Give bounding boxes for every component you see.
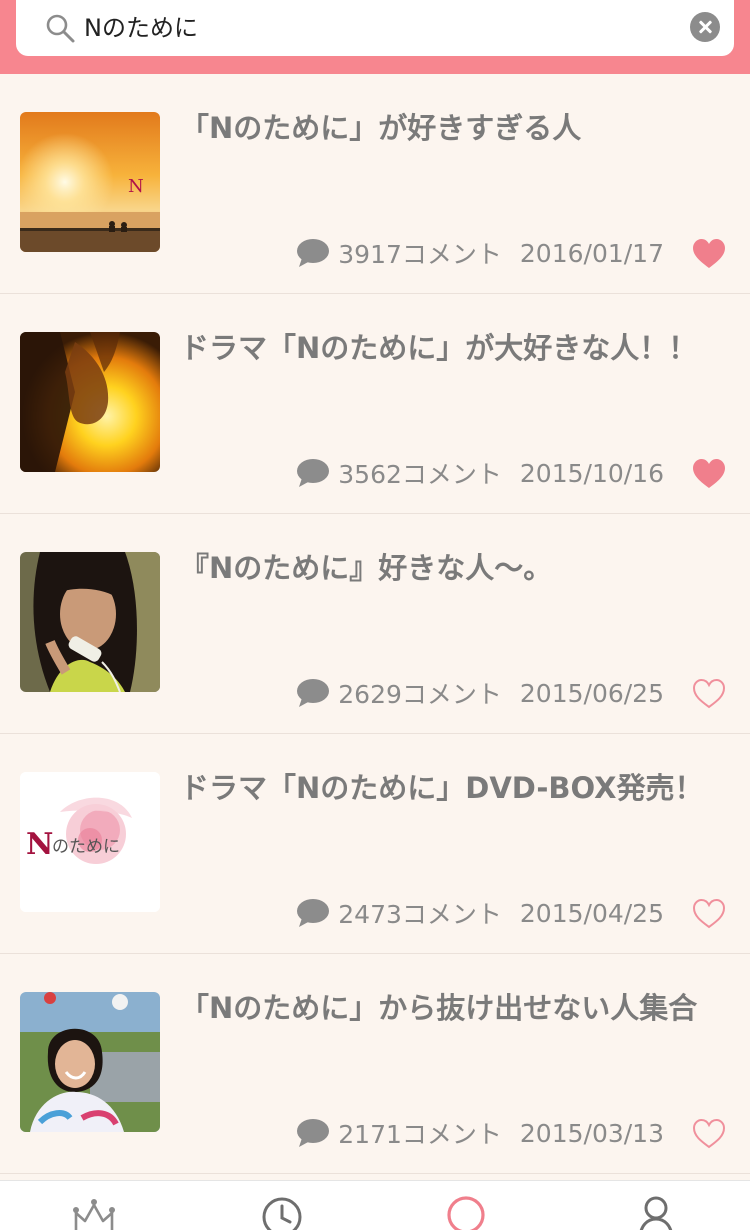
thumbnail-hands-light [20, 332, 160, 472]
comment-count: 3917コメント [338, 240, 502, 269]
item-meta: 3562コメント 2015/10/16 [296, 456, 664, 490]
post-date: 2015/10/16 [519, 458, 664, 488]
post-date: 2015/03/13 [519, 1118, 664, 1148]
item-title: ドラマ「Nのために」が大好きな人！！ [180, 331, 698, 365]
item-title: 『Nのために』好きな人〜。 [180, 551, 553, 585]
heart-filled-icon[interactable] [692, 238, 726, 270]
comment-icon [297, 239, 330, 267]
thumbnail-smiling-girl [20, 992, 160, 1132]
search-input[interactable] [84, 10, 674, 46]
item-meta: 2473コメント 2015/04/25 [296, 896, 664, 930]
list-item[interactable]: N 「Nのために」が好きすぎる人 3917コメント 2016/01/17 [0, 74, 750, 294]
tab-mypage[interactable] [634, 1195, 678, 1230]
comment-icon [297, 899, 330, 927]
heart-outline-icon[interactable] [692, 1118, 726, 1150]
post-date: 2015/06/25 [519, 678, 664, 708]
thumb-logo-text: のために [52, 837, 120, 857]
comment-icon [297, 1119, 330, 1147]
item-title: 「Nのために」が好きすぎる人 [180, 111, 582, 145]
thumbnail-woman-phone [20, 552, 160, 692]
heart-filled-icon[interactable] [692, 458, 726, 490]
heart-outline-icon[interactable] [692, 898, 726, 930]
comment-count: 2473コメント [338, 900, 502, 929]
search-box[interactable] [16, 0, 734, 56]
user-icon [639, 1196, 673, 1230]
item-meta: 2171コメント 2015/03/13 [296, 1116, 664, 1150]
list-item[interactable]: 「Nのために」から抜け出せない人集合 2171コメント 2015/03/13 [0, 954, 750, 1174]
tab-ranking[interactable] [72, 1195, 116, 1230]
list-item[interactable]: 『Nのために』好きな人〜。 2629コメント 2015/06/25 [0, 514, 750, 734]
tab-history[interactable] [260, 1195, 304, 1230]
item-meta: 3917コメント 2016/01/17 [296, 236, 664, 270]
clock-icon [262, 1197, 302, 1230]
post-date: 2015/04/25 [519, 898, 664, 928]
item-title: 「Nのために」から抜け出せない人集合 [180, 991, 698, 1025]
search-icon [447, 1196, 485, 1230]
result-list: N 「Nのために」が好きすぎる人 3917コメント 2016/01/17 ドラマ… [0, 74, 750, 1174]
clear-search-icon[interactable] [690, 12, 720, 42]
header [0, 0, 750, 74]
thumbnail-sunset-beach: N [20, 112, 160, 252]
list-item[interactable]: ドラマ「Nのために」が大好きな人！！ 3562コメント 2015/10/16 [0, 294, 750, 514]
item-meta: 2629コメント 2015/06/25 [296, 676, 664, 710]
tab-bar [0, 1180, 750, 1230]
item-title: ドラマ「Nのために」DVD-BOX発売！ [180, 771, 704, 805]
tab-search[interactable] [446, 1195, 490, 1230]
comment-icon [297, 679, 330, 707]
crown-icon [73, 1199, 115, 1230]
heart-outline-icon[interactable] [692, 678, 726, 710]
search-icon [46, 14, 75, 43]
list-item[interactable]: N のために ドラマ「Nのために」DVD-BOX発売！ 2473コメント 201… [0, 734, 750, 954]
comment-count: 2171コメント [338, 1120, 502, 1149]
comment-icon [297, 459, 330, 487]
thumb-logo-n: N [26, 827, 53, 862]
post-date: 2016/01/17 [519, 238, 664, 268]
comment-count: 2629コメント [338, 680, 502, 709]
svg-text:N: N [128, 176, 144, 197]
thumbnail-rose-logo: N のために [20, 772, 160, 912]
comment-count: 3562コメント [338, 460, 502, 489]
